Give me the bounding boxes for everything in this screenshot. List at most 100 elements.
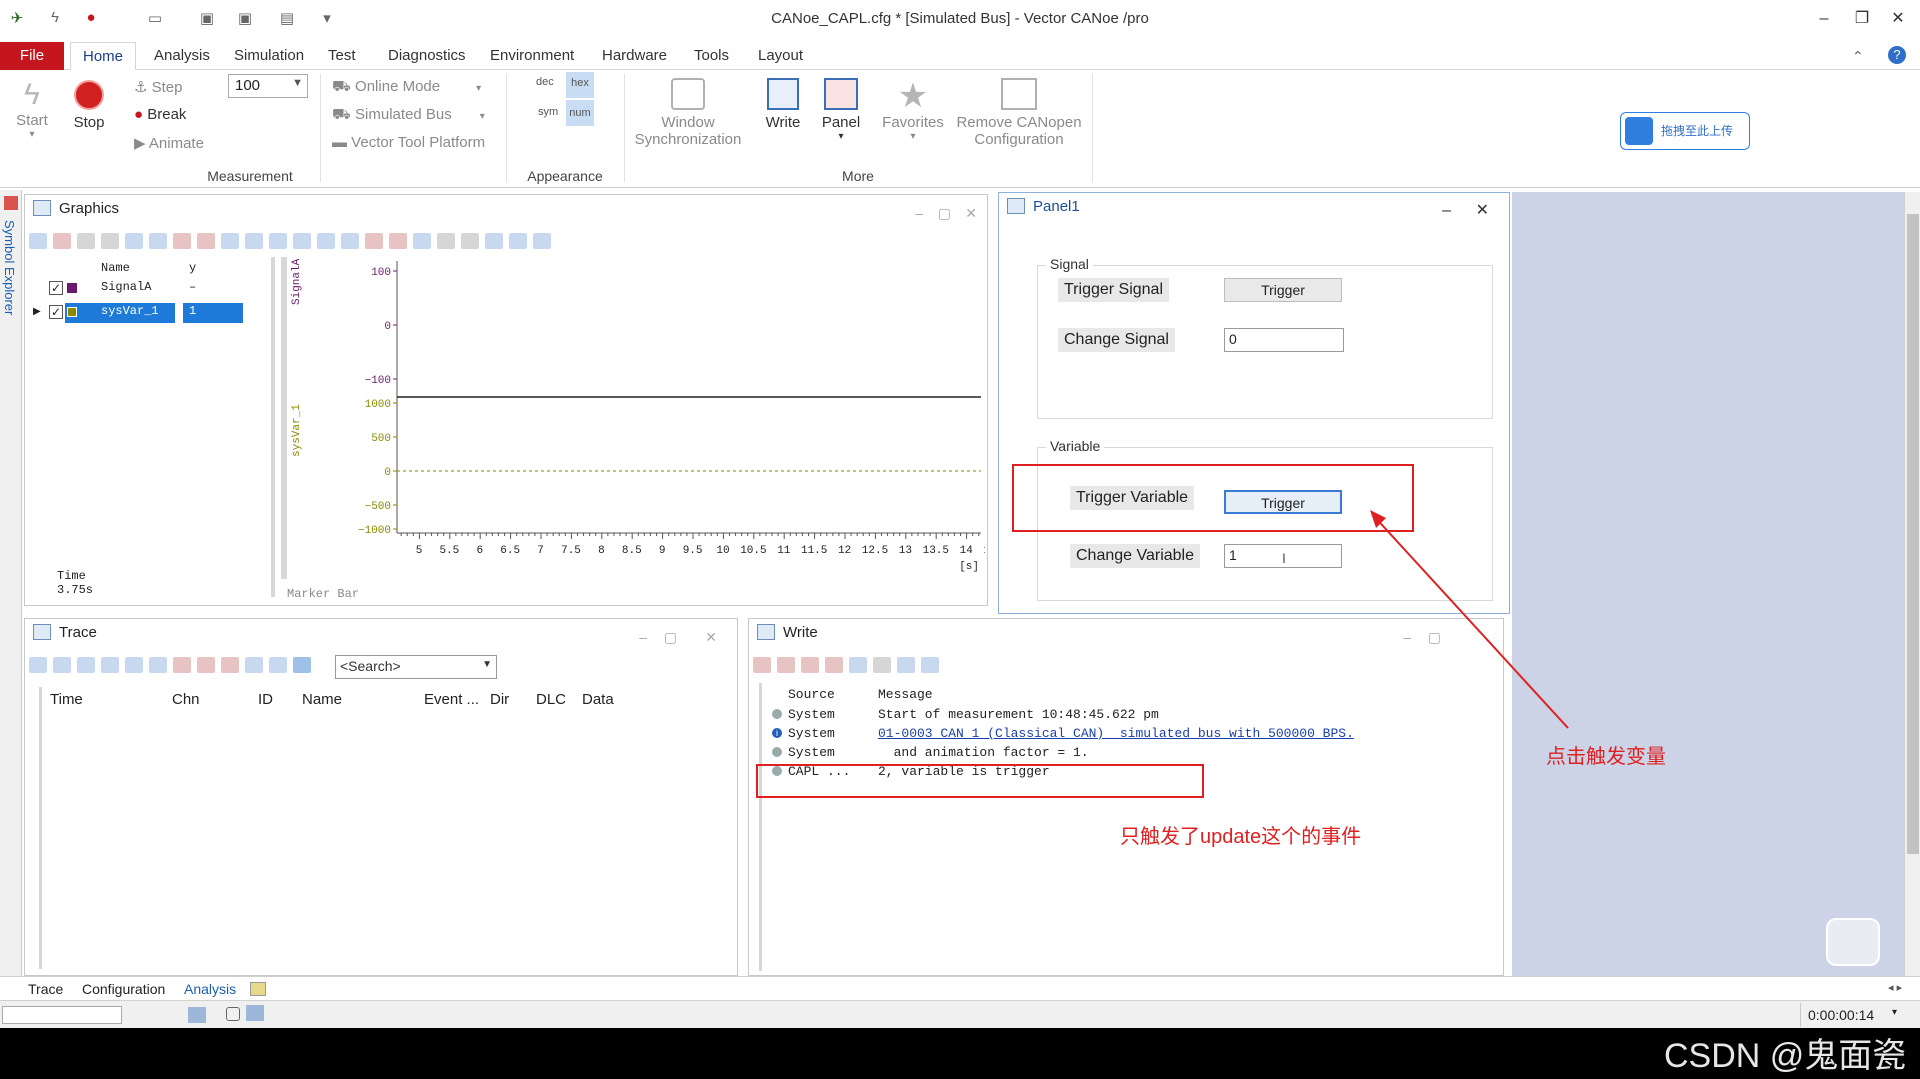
simulated-bus-button[interactable]: ⛟ Simulated Bus ▾ [332,106,485,125]
toolbar-icon[interactable] [245,233,263,249]
stop-button[interactable]: Stop [66,78,112,131]
trace-column-event[interactable]: Event ... [424,691,479,708]
toolbar-icon[interactable] [269,657,287,673]
toolbar-icon[interactable] [173,233,191,249]
vector-tool-platform-button[interactable]: ▬ Vector Tool Platform [332,134,485,151]
pause-icon[interactable] [753,657,771,673]
toolbar-icon[interactable] [461,233,479,249]
toolbar-icon[interactable] [197,233,215,249]
help-icon[interactable]: ? [1888,46,1906,64]
expand-arrow-icon[interactable]: ▶ [33,306,41,317]
close-button[interactable]: ✕ [1880,6,1916,32]
tab-simulation[interactable]: Simulation [222,42,316,70]
tab-analysis[interactable]: Analysis [142,42,222,70]
signal-checkbox[interactable]: ✓ [49,281,63,295]
minimize-icon[interactable]: – [639,623,647,651]
layout-icon[interactable]: ▤ [278,9,296,27]
minimize-icon[interactable]: – [1442,197,1451,225]
scrollbar-thumb[interactable] [1907,214,1919,854]
save-all-icon[interactable]: ▣ [236,9,254,27]
tab-layout[interactable]: Layout [746,42,815,70]
toolbar-icon[interactable] [245,657,263,673]
trace-column-data[interactable]: Data [582,691,614,708]
toolbar-icon[interactable] [269,233,287,249]
tab-test[interactable]: Test [316,42,368,70]
chevron-down-icon[interactable]: ▾ [1892,1007,1897,1018]
minimize-button[interactable]: – [1806,6,1842,32]
symbol-explorer-tab[interactable]: Symbol Explorer [2,220,17,315]
toolbar-icon[interactable] [341,233,359,249]
toolbar-icon[interactable] [149,233,167,249]
status-write-icon[interactable] [246,1005,264,1021]
restore-button[interactable]: ❐ [1844,6,1880,32]
panel-button[interactable]: Panel ▾ [816,78,866,142]
tab-home[interactable]: Home [70,42,137,71]
write-row-message[interactable]: 01-0003 CAN 1 (Classical CAN) simulated … [878,726,1354,741]
maximize-icon[interactable]: ▢ [664,623,677,651]
window-synchronization-button[interactable]: Window Synchronization [630,78,746,148]
maximize-icon[interactable]: ▢ [938,199,951,227]
toolbar-icon[interactable] [365,233,383,249]
ribbon-collapse-icon[interactable]: ⌃ [1852,48,1864,65]
signal-checkbox[interactable]: ✓ [49,305,63,319]
toolbar-icon[interactable] [101,657,119,673]
toolbar-icon[interactable] [389,233,407,249]
tab-tools[interactable]: Tools [682,42,741,70]
toolbar-icon[interactable] [29,233,47,249]
open-icon[interactable]: ▭ [146,9,164,27]
marker-bar[interactable]: Marker Bar [287,587,359,601]
toolbar-icon[interactable] [29,657,47,673]
start-quick-icon[interactable]: ϟ [46,9,64,27]
trace-column-name[interactable]: Name [302,691,342,708]
toolbar-icon[interactable] [125,233,143,249]
trace-search-combo[interactable]: <Search> ▼ [335,655,497,679]
toolbar-icon[interactable] [921,657,939,673]
bottom-tab-extra-icon[interactable] [250,982,266,996]
online-mode-button[interactable]: ⛟ Online Mode ▾ [332,78,481,97]
trace-column-chn[interactable]: Chn [172,691,200,708]
animation-speed-combo[interactable]: 100 ▼ [228,74,308,98]
break-button[interactable]: ● Break [134,106,186,123]
close-icon[interactable]: ✕ [1476,197,1489,225]
toolbar-icon[interactable] [897,657,915,673]
toolbar-icon[interactable] [197,657,215,673]
delete-icon[interactable] [173,657,191,673]
signal-row[interactable]: ✓ SignalA – [27,277,271,299]
trace-table[interactable]: Time Chn ID Name Event ... Dir DLC Data [39,687,729,969]
toolbar-icon[interactable] [149,657,167,673]
play-overlay-icon[interactable] [1826,918,1880,966]
toolbar-icon[interactable] [437,233,455,249]
toolbar-icon[interactable] [293,657,311,673]
dec-button[interactable]: dec [536,76,554,88]
toolbar-icon[interactable] [77,233,95,249]
tab-hardware[interactable]: Hardware [590,42,679,70]
tab-file[interactable]: File [0,42,64,70]
status-keyboard-icon[interactable] [188,1007,206,1023]
remove-canopen-button[interactable]: Remove CANopen Configuration [956,78,1082,148]
bottom-tab-configuration[interactable]: Configuration [82,981,165,997]
num-button[interactable]: num [566,100,594,126]
sym-button[interactable]: sym [538,106,558,118]
bottom-tab-analysis[interactable]: Analysis [184,981,236,997]
tab-environment[interactable]: Environment [478,42,586,70]
toolbar-icon[interactable] [825,657,843,673]
stop-quick-icon[interactable]: ● [82,9,100,27]
symbol-explorer-strip[interactable]: Symbol Explorer [0,190,22,976]
tab-diagnostics[interactable]: Diagnostics [376,42,478,70]
toolbar-icon[interactable] [101,233,119,249]
toolbar-icon[interactable] [801,657,819,673]
customize-qat-icon[interactable]: ▾ [318,9,336,27]
toolbar-icon[interactable] [533,233,551,249]
close-icon[interactable]: ✕ [965,199,977,227]
toolbar-icon[interactable] [53,233,71,249]
trace-column-dir[interactable]: Dir [490,691,509,708]
favorites-button[interactable]: ★ Favorites ▾ [878,78,948,142]
trigger-signal-button[interactable]: Trigger [1224,278,1342,302]
toolbar-icon[interactable] [293,233,311,249]
change-signal-input[interactable]: 0 [1224,328,1344,352]
bottom-tab-trace[interactable]: Trace [28,981,63,997]
start-button[interactable]: ϟ Start ▾ [10,78,54,140]
trace-column-id[interactable]: ID [258,691,273,708]
toolbar-icon[interactable] [873,657,891,673]
delete-icon[interactable] [777,657,795,673]
